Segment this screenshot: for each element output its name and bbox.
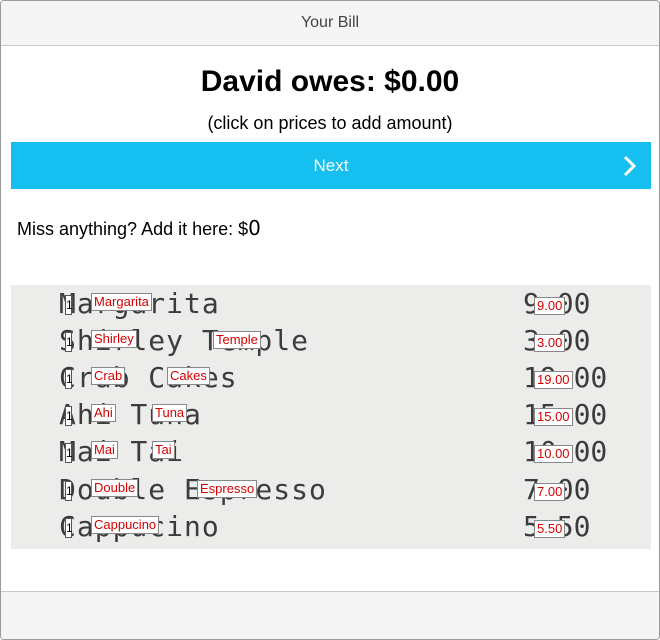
add-missing-label: Miss anything? Add it here: $ <box>17 219 249 239</box>
quantity-box[interactable]: 1 <box>65 518 73 538</box>
quantity-box[interactable]: 1 <box>65 406 73 426</box>
price-chip[interactable]: 5.50 <box>534 520 566 538</box>
price-chip[interactable]: 19.00 <box>534 371 573 389</box>
item-word-chip[interactable]: Tuna <box>152 404 188 422</box>
chevron-right-icon <box>623 155 637 177</box>
receipt-row: Crab Cakes 1 Crab Cakes 19.00 19.00 <box>11 361 651 397</box>
quantity-box[interactable]: 1 <box>65 295 73 315</box>
price-chip[interactable]: 3.00 <box>534 334 566 352</box>
item-word-chip[interactable]: Tai <box>152 441 175 459</box>
item-word-chip[interactable]: Cakes <box>167 367 210 385</box>
quantity-box[interactable]: 1 <box>65 481 73 501</box>
price-chip[interactable]: 10.00 <box>534 445 573 463</box>
amount-owed: David owes: $0.00 <box>200 65 460 98</box>
bottom-toolbar <box>1 591 659 639</box>
receipt-image: Margarita 1 Margarita 9.00 9.00 Shirley … <box>11 285 651 549</box>
quantity-box[interactable]: 1 <box>65 332 73 352</box>
title-bar: Your Bill <box>1 1 659 46</box>
receipt-row: Margarita 1 Margarita 9.00 9.00 <box>11 287 651 323</box>
receipt-row: Cappucino 1 Cappucino 5.50 5.50 <box>11 510 651 546</box>
instruction-text: (click on prices to add amount) <box>207 113 453 133</box>
add-missing-row: Miss anything? Add it here: $0 <box>17 216 261 240</box>
next-button-label: Next <box>313 156 349 175</box>
receipt-line-text: Crab Cakes <box>59 361 238 394</box>
next-button[interactable]: Next <box>11 142 651 189</box>
price-chip[interactable]: 9.00 <box>534 297 566 315</box>
receipt-row: Mai Tai 1 Mai Tai 10.00 10.00 <box>11 435 651 471</box>
item-word-chip[interactable]: Shirley <box>91 330 137 348</box>
item-word-chip[interactable]: Temple <box>213 331 261 349</box>
item-word-chip[interactable]: Cappucino <box>91 516 160 534</box>
item-word-chip[interactable]: Crab <box>91 367 126 385</box>
price-chip[interactable]: 7.00 <box>534 483 566 501</box>
quantity-box[interactable]: 1 <box>65 369 73 389</box>
app-frame: Your Bill David owes: $0.00 (click on pr… <box>0 0 660 640</box>
add-missing-input[interactable]: 0 <box>248 216 261 240</box>
receipt-row: Double Espresso 1 Double Espresso 7.00 7… <box>11 473 651 509</box>
item-word-chip[interactable]: Ahi <box>91 404 116 422</box>
receipt-row: Shirley Temple 1 Shirley Temple 3.00 3.0… <box>11 324 651 360</box>
item-word-chip[interactable]: Margarita <box>91 293 152 311</box>
price-chip[interactable]: 15.00 <box>534 408 573 426</box>
item-word-chip[interactable]: Espresso <box>197 480 258 498</box>
page-title: Your Bill <box>300 14 360 31</box>
item-word-chip[interactable]: Mai <box>91 441 118 459</box>
quantity-box[interactable]: 1 <box>65 443 73 463</box>
item-word-chip[interactable]: Double <box>91 479 139 497</box>
receipt-row: Ahi Tuna 1 Ahi Tuna 15.00 15.00 <box>11 398 651 434</box>
